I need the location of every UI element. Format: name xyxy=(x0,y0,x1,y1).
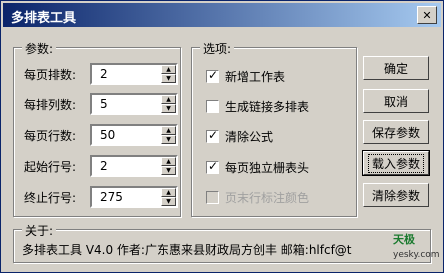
options-group: 选项: 新增工作表 生成链接多排表 清除公式 每页独立栅表头 页末行标注颜色 xyxy=(191,40,357,217)
checkbox-icon[interactable] xyxy=(206,128,219,143)
spin-down-icon[interactable]: ▼ xyxy=(161,104,176,113)
close-icon: ✕ xyxy=(422,8,432,22)
checkbox-icon[interactable] xyxy=(206,68,219,83)
cancel-button-label: 取消 xyxy=(383,94,408,109)
about-group-label: 关于: xyxy=(22,222,57,239)
close-button[interactable]: ✕ xyxy=(417,6,437,24)
checkbox-icon xyxy=(206,191,219,204)
cancel-button[interactable]: 取消 xyxy=(363,89,429,113)
end-row-value[interactable]: 275 xyxy=(100,190,123,204)
spin-up-icon[interactable]: ▲ xyxy=(161,126,176,135)
spin-up-icon[interactable]: ▲ xyxy=(161,157,176,166)
spin-down-icon[interactable]: ▼ xyxy=(161,135,176,144)
field-label-lines-per-page: 每页行数: xyxy=(24,129,77,143)
dialog-window: 多排表工具 ✕ 参数: 每页排数: 2 ▲ ▼ 每排列数: 5 ▲ ▼ 每页行数… xyxy=(0,0,444,273)
field-label-end-row: 终止行号: xyxy=(24,191,77,205)
cols-per-row-spinner[interactable]: 5 ▲ ▼ xyxy=(90,93,178,115)
field-label-rows-per-page: 每页排数: xyxy=(24,68,77,82)
clear-params-button-label: 清除参数 xyxy=(371,188,420,203)
option-label: 清除公式 xyxy=(225,130,274,144)
field-label-start-row: 起始行号: xyxy=(24,160,77,174)
start-row-value[interactable]: 2 xyxy=(100,159,108,173)
params-group-label: 参数: xyxy=(22,40,57,57)
start-row-spinner[interactable]: 2 ▲ ▼ xyxy=(90,155,178,177)
spin-down-icon[interactable]: ▼ xyxy=(161,166,176,175)
ok-button-label: 确定 xyxy=(383,61,408,76)
option-label: 生成链接多排表 xyxy=(225,100,310,114)
save-params-button-label: 保存参数 xyxy=(371,125,420,140)
lines-per-page-value[interactable]: 50 xyxy=(100,128,115,142)
option-label: 新增工作表 xyxy=(225,70,286,84)
options-group-label: 选项: xyxy=(200,40,235,57)
checkbox-icon[interactable] xyxy=(206,159,219,174)
ok-button[interactable]: 确定 xyxy=(363,56,429,80)
checkbox-icon[interactable] xyxy=(206,100,219,113)
spin-up-icon[interactable]: ▲ xyxy=(161,95,176,104)
rows-per-page-value[interactable]: 2 xyxy=(100,67,108,81)
watermark-brand: 天极 xyxy=(393,233,415,246)
watermark-logo: 天极 yesky.com xyxy=(393,231,440,260)
option-label: 页末行标注颜色 xyxy=(225,191,310,205)
lines-per-page-spinner[interactable]: 50 ▲ ▼ xyxy=(90,124,178,146)
spin-down-icon[interactable]: ▼ xyxy=(161,74,176,83)
end-row-spinner[interactable]: 275 ▲ ▼ xyxy=(90,186,178,208)
about-text: 多排表工具 V4.0 作者:广东惠来县财政局方创丰 邮箱:hlfcf@t xyxy=(22,243,352,257)
spin-up-icon[interactable]: ▲ xyxy=(161,188,176,197)
option-independent-header[interactable]: 每页独立栅表头 xyxy=(206,159,309,176)
field-label-cols-per-row: 每排列数: xyxy=(24,98,77,112)
save-params-button[interactable]: 保存参数 xyxy=(363,120,429,144)
option-clear-formulas[interactable]: 清除公式 xyxy=(206,128,273,145)
about-group: 关于: 多排表工具 V4.0 作者:广东惠来县财政局方创丰 邮箱:hlfcf@t xyxy=(13,222,431,263)
option-label: 每页独立栅表头 xyxy=(225,161,310,175)
spin-up-icon[interactable]: ▲ xyxy=(161,65,176,74)
option-linked-table[interactable]: 生成链接多排表 xyxy=(206,98,309,115)
watermark-site: yesky.com xyxy=(393,250,440,260)
params-group: 参数: 每页排数: 2 ▲ ▼ 每排列数: 5 ▲ ▼ 每页行数: 50 ▲ ▼… xyxy=(13,40,181,217)
rows-per-page-spinner[interactable]: 2 ▲ ▼ xyxy=(90,63,178,85)
load-params-button[interactable]: 载入参数 xyxy=(362,150,430,176)
load-params-button-label: 载入参数 xyxy=(367,153,424,173)
spin-down-icon[interactable]: ▼ xyxy=(161,197,176,206)
option-new-sheet[interactable]: 新增工作表 xyxy=(206,68,285,85)
title-bar[interactable]: 多排表工具 ✕ xyxy=(3,3,441,27)
cols-per-row-value[interactable]: 5 xyxy=(100,97,108,111)
window-title: 多排表工具 xyxy=(11,11,77,26)
clear-params-button[interactable]: 清除参数 xyxy=(363,183,429,207)
option-last-row-color: 页末行标注颜色 xyxy=(206,189,309,206)
